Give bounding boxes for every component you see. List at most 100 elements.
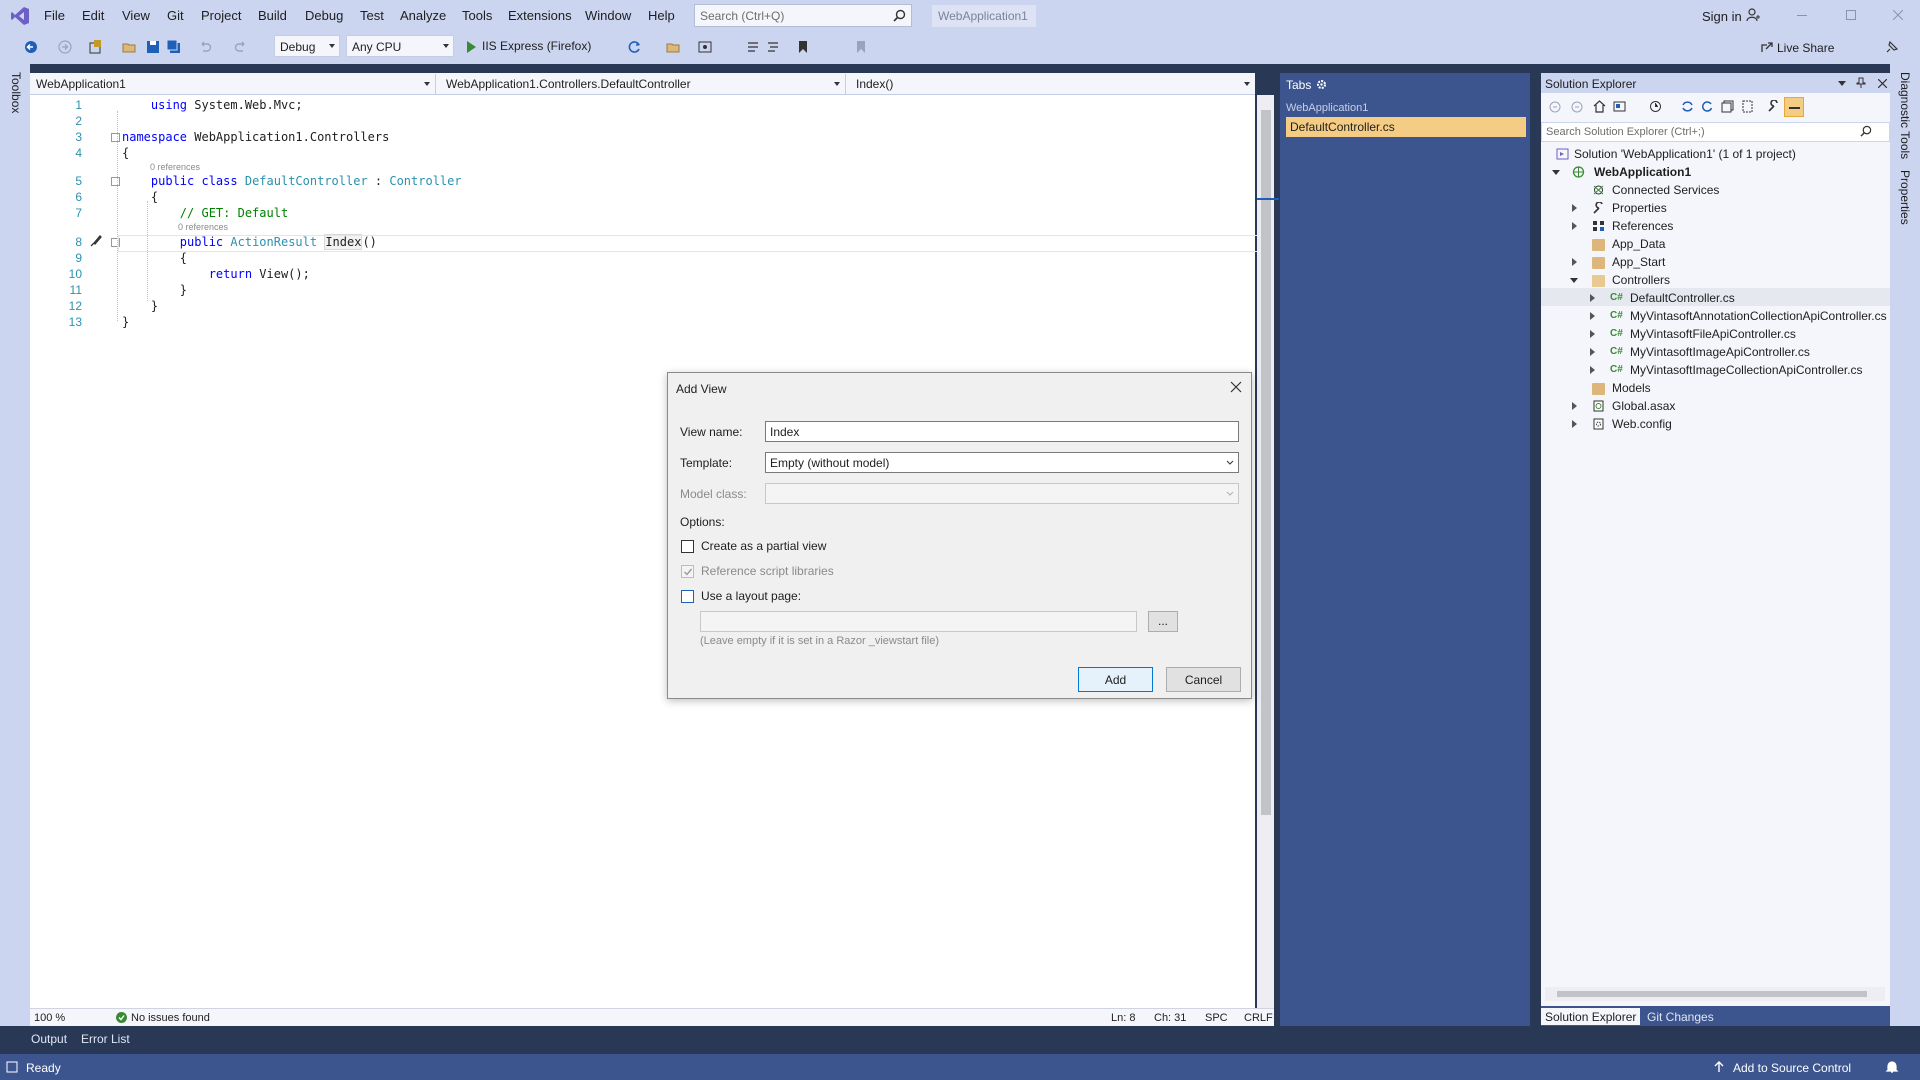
show-all-files-icon[interactable]: [1741, 100, 1754, 113]
expand-file-toggle[interactable]: [1590, 330, 1595, 338]
tree-item-app-start[interactable]: App_Start: [1612, 255, 1665, 269]
issues-status[interactable]: No issues found: [131, 1012, 210, 1024]
menu-debug[interactable]: Debug: [305, 8, 343, 23]
properties-wrench-icon[interactable]: [1767, 100, 1780, 113]
solution-explorer-search-input[interactable]: Search Solution Explorer (Ctrl+;): [1541, 122, 1890, 142]
add-to-source-control-button[interactable]: Add to Source Control: [1733, 1061, 1851, 1075]
browser-link-icon[interactable]: [698, 40, 712, 54]
tree-item-solution[interactable]: Solution 'WebApplication1' (1 of 1 proje…: [1574, 147, 1796, 161]
tab-git-changes[interactable]: Git Changes: [1643, 1008, 1718, 1025]
collapse-project-toggle[interactable]: [1552, 170, 1560, 175]
home-icon[interactable]: [1593, 100, 1606, 113]
menu-edit[interactable]: Edit: [82, 8, 104, 23]
menu-window[interactable]: Window: [585, 8, 631, 23]
next-bookmark-icon[interactable]: [854, 40, 868, 54]
menu-extensions[interactable]: Extensions: [508, 8, 572, 23]
uncomment-lines-icon[interactable]: [766, 40, 780, 54]
menu-git[interactable]: Git: [167, 8, 184, 23]
user-icon[interactable]: [1746, 8, 1760, 22]
type-select[interactable]: WebApplication1.Controllers.DefaultContr…: [440, 74, 846, 94]
menu-help[interactable]: Help: [648, 8, 675, 23]
quick-actions-brush-icon[interactable]: [89, 234, 103, 248]
expand-file-toggle[interactable]: [1590, 366, 1595, 374]
close-panel-icon[interactable]: [1878, 79, 1887, 88]
project-select[interactable]: WebApplication1: [30, 74, 436, 94]
tree-item-controllers[interactable]: Controllers: [1612, 273, 1670, 287]
template-select[interactable]: Empty (without model): [765, 452, 1239, 473]
tree-item-properties[interactable]: Properties: [1612, 201, 1667, 215]
tree-item-image-controller[interactable]: MyVintasoftImageApiController.cs: [1630, 345, 1810, 359]
tree-item-references[interactable]: References: [1612, 219, 1673, 233]
navigate-back-icon[interactable]: [24, 40, 38, 54]
toolbar-folder-icon[interactable]: [666, 40, 680, 54]
collapse-class-button[interactable]: [111, 177, 120, 186]
tab-output[interactable]: Output: [31, 1032, 67, 1046]
search-input[interactable]: Search (Ctrl+Q): [694, 4, 912, 27]
tree-item-file-controller[interactable]: MyVintasoftFileApiController.cs: [1630, 327, 1796, 341]
start-debugging-button[interactable]: IIS Express (Firefox): [482, 39, 591, 53]
expand-references-toggle[interactable]: [1572, 222, 1577, 230]
layout-page-checkbox[interactable]: [681, 590, 694, 603]
expand-properties-toggle[interactable]: [1572, 204, 1577, 212]
se-hscroll-thumb[interactable]: [1557, 991, 1867, 997]
tree-item-project[interactable]: WebApplication1: [1594, 165, 1691, 179]
tab-error-list[interactable]: Error List: [81, 1032, 130, 1046]
expand-file-toggle[interactable]: [1590, 312, 1595, 320]
tab-solution-explorer[interactable]: Solution Explorer: [1541, 1008, 1641, 1025]
menu-project[interactable]: Project: [201, 8, 241, 23]
tree-item-global-asax[interactable]: Global.asax: [1612, 399, 1675, 413]
menu-test[interactable]: Test: [360, 8, 384, 23]
line-indicator[interactable]: Ln: 8: [1111, 1012, 1135, 1024]
comment-lines-icon[interactable]: [746, 40, 760, 54]
preview-selected-items-toggle[interactable]: [1784, 97, 1804, 117]
member-select[interactable]: Index(): [850, 74, 1255, 94]
save-all-icon[interactable]: [167, 40, 181, 54]
tree-item-web-config[interactable]: Web.config: [1612, 417, 1672, 431]
se-forward-icon[interactable]: [1571, 101, 1583, 113]
pending-changes-filter-icon[interactable]: [1649, 100, 1662, 113]
menu-analyze[interactable]: Analyze: [400, 8, 446, 23]
whitespace-indicator[interactable]: SPC: [1205, 1012, 1228, 1024]
close-window-button[interactable]: [1893, 10, 1903, 20]
expand-file-toggle[interactable]: [1590, 348, 1595, 356]
sync-icon[interactable]: [1681, 100, 1694, 113]
tree-item-image-collection-controller[interactable]: MyVintasoftImageCollectionApiController.…: [1630, 363, 1863, 377]
tree-item-default-controller[interactable]: DefaultController.cs: [1630, 291, 1735, 305]
tree-item-app-data[interactable]: App_Data: [1612, 237, 1665, 251]
codelens-references[interactable]: 0 references: [150, 162, 200, 172]
navigate-forward-icon[interactable]: [58, 40, 72, 54]
notifications-bell-icon[interactable]: [1885, 1060, 1899, 1074]
cancel-button[interactable]: Cancel: [1166, 667, 1241, 692]
new-project-icon[interactable]: [88, 40, 102, 54]
start-debugging-icon[interactable]: [464, 40, 478, 54]
menu-view[interactable]: View: [122, 8, 150, 23]
panel-options-chevron-icon[interactable]: [1838, 81, 1846, 86]
diagnostic-tools-tab[interactable]: Diagnostic Tools: [1898, 72, 1912, 159]
zoom-level-select[interactable]: 100 %: [34, 1012, 65, 1024]
collapse-namespace-button[interactable]: [111, 133, 120, 142]
bookmark-icon[interactable]: [796, 40, 810, 54]
tabs-settings-gear-icon[interactable]: [1316, 79, 1327, 90]
collapse-controllers-toggle[interactable]: [1570, 278, 1578, 283]
solution-configuration-select[interactable]: Debug: [274, 35, 340, 57]
partial-view-checkbox[interactable]: [681, 540, 694, 553]
redo-icon[interactable]: [234, 40, 248, 54]
solution-platform-select[interactable]: Any CPU: [346, 35, 454, 57]
menu-file[interactable]: File: [44, 8, 65, 23]
se-back-icon[interactable]: [1549, 101, 1561, 113]
feedback-icon[interactable]: [1885, 40, 1899, 54]
expand-app-start-toggle[interactable]: [1572, 258, 1577, 266]
live-share-button[interactable]: Live Share: [1777, 41, 1834, 55]
editor-scroll-thumb[interactable]: [1261, 110, 1271, 815]
undo-icon[interactable]: [198, 40, 212, 54]
menu-build[interactable]: Build: [258, 8, 287, 23]
pin-icon[interactable]: [1856, 77, 1866, 89]
minimize-button[interactable]: [1797, 15, 1807, 16]
tab-default-controller[interactable]: DefaultController.cs: [1286, 117, 1526, 137]
tree-item-annotation-controller[interactable]: MyVintasoftAnnotationCollectionApiContro…: [1630, 309, 1888, 323]
restore-button[interactable]: [1846, 10, 1856, 20]
properties-tab[interactable]: Properties: [1898, 170, 1912, 225]
column-indicator[interactable]: Ch: 31: [1154, 1012, 1186, 1024]
expand-web-config-toggle[interactable]: [1572, 420, 1577, 428]
browse-layout-button[interactable]: ...: [1148, 611, 1178, 632]
